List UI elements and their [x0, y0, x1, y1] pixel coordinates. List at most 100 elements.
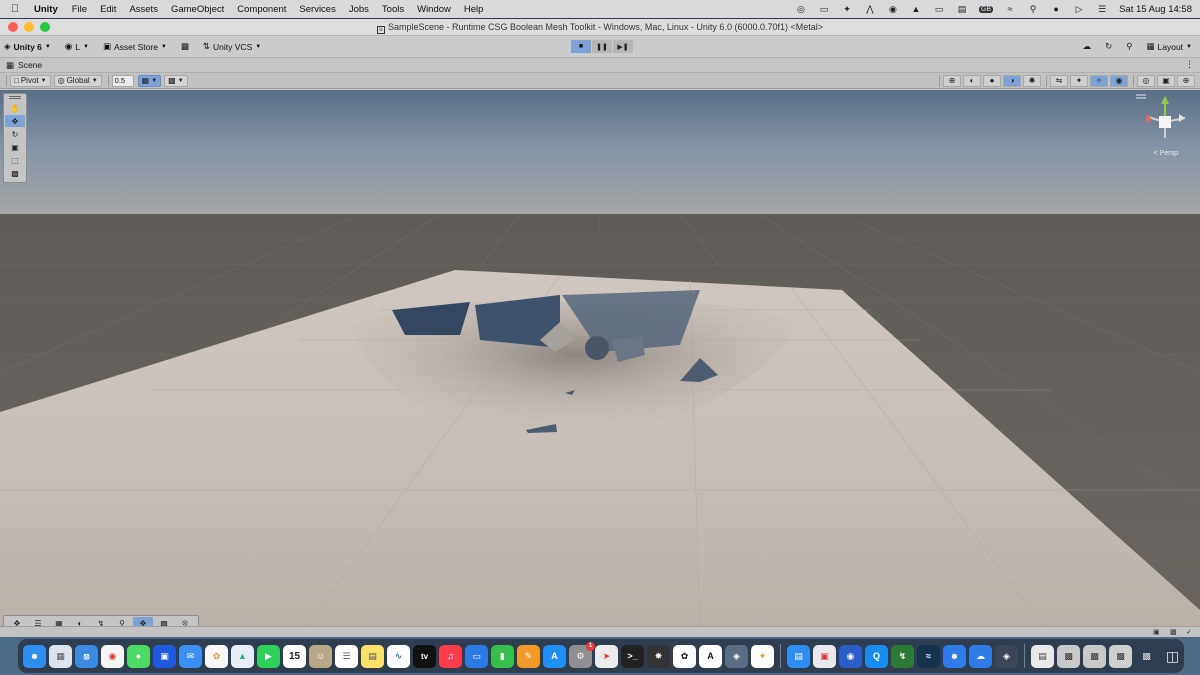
menu-help[interactable]: Help: [464, 4, 484, 15]
unity-vcs-button[interactable]: ⇅ Unity VCS ▼: [203, 41, 261, 52]
dock-keynote[interactable]: ▭: [465, 644, 488, 668]
camera-settings-button[interactable]: ▣: [1157, 74, 1175, 87]
messages-icon[interactable]: ▤: [956, 4, 968, 14]
menu-window[interactable]: Window: [417, 4, 451, 15]
dock-music[interactable]: ♫: [439, 644, 462, 668]
grid-snap-toggle[interactable]: ▦ ▼: [137, 74, 162, 87]
hidden-objects-button[interactable]: ◎: [1137, 74, 1155, 87]
persp-label[interactable]: < Persp: [1154, 150, 1178, 157]
dock-news[interactable]: ➤: [595, 644, 618, 668]
menu-clock[interactable]: Sat 15 Aug 14:58: [1119, 4, 1192, 15]
history-icon[interactable]: ↻: [1105, 41, 1112, 52]
dock-photos[interactable]: ✿: [205, 644, 228, 668]
dock-reminders[interactable]: ☰: [335, 644, 358, 668]
dock-quicktime[interactable]: Q: [865, 644, 888, 668]
scene-fx-button[interactable]: ✧: [1090, 74, 1108, 87]
dock-notes[interactable]: ▤: [361, 644, 384, 668]
dock-contacts[interactable]: ☺: [309, 644, 332, 668]
close-window-button[interactable]: [8, 22, 18, 32]
dock-calendar[interactable]: 15: [283, 644, 306, 668]
status-check-icon[interactable]: ✓: [1186, 628, 1192, 636]
debug-draw-mode-button[interactable]: ✺: [1023, 74, 1041, 87]
dock-recent-window-2[interactable]: ▩: [1083, 644, 1106, 668]
menu-jobs[interactable]: Jobs: [349, 4, 369, 15]
menu-tools[interactable]: Tools: [382, 4, 404, 15]
unity-account-button[interactable]: ◈ Unity 6 ▼: [4, 41, 51, 52]
menu-app-name[interactable]: Unity: [34, 4, 58, 15]
dock-maps[interactable]: ▲: [231, 644, 254, 668]
dock-messages[interactable]: ●: [127, 644, 150, 668]
window-titlebar[interactable]: u SampleScene - Runtime CSG Boolean Mesh …: [0, 19, 1200, 36]
dock-chat-app[interactable]: ▣: [153, 644, 176, 668]
dock-files[interactable]: ▤: [787, 644, 810, 668]
rect-tool-button[interactable]: ⬚: [5, 154, 25, 166]
move-tool-button[interactable]: ✥: [5, 115, 25, 127]
dock-copilot[interactable]: ✦: [751, 644, 774, 668]
package-button[interactable]: ▩: [181, 41, 189, 52]
rotate-tool-button[interactable]: ↻: [5, 128, 25, 140]
menu-edit[interactable]: Edit: [100, 4, 116, 15]
menu-services[interactable]: Services: [299, 4, 335, 15]
menu-component[interactable]: Component: [237, 4, 286, 15]
sparkle-icon[interactable]: ✦: [841, 4, 853, 14]
layout-dropdown[interactable]: ▦ Layout ▼: [1146, 41, 1192, 52]
asset-store-button[interactable]: ▣ Asset Store ▼: [103, 41, 167, 52]
dock-chrome[interactable]: ◉: [101, 644, 124, 668]
minimize-window-button[interactable]: [24, 22, 34, 32]
kebab-menu-icon[interactable]: ⋮: [1185, 59, 1194, 70]
dock-launchpad[interactable]: ▦: [49, 644, 72, 668]
record-icon[interactable]: ◉: [887, 4, 899, 14]
shading-solid-button[interactable]: ●: [983, 74, 1001, 87]
2d-toggle-button[interactable]: ⇋: [1050, 74, 1068, 87]
dock-trash[interactable]: ◫: [1161, 645, 1184, 668]
overlay-grip[interactable]: [9, 96, 21, 99]
zoom-window-button[interactable]: [40, 22, 50, 32]
apple-menu-icon[interactable]: : [8, 3, 22, 15]
search-icon[interactable]: ⚲: [1027, 4, 1039, 14]
step-button[interactable]: ▶❚: [613, 40, 633, 53]
dock-pdf[interactable]: ▣: [813, 644, 836, 668]
shading-wireframe-button[interactable]: ◐: [963, 74, 981, 87]
dock-terminal[interactable]: >_: [621, 644, 644, 668]
menu-gameobject[interactable]: GameObject: [171, 4, 224, 15]
dock-wave[interactable]: ≈: [917, 644, 940, 668]
keyboard-layout-badge[interactable]: GB: [978, 5, 994, 13]
dock-app-store[interactable]: A: [543, 644, 566, 668]
transform-tool-button[interactable]: ▩: [5, 167, 25, 179]
shading-shaded-button[interactable]: ◑: [1003, 74, 1021, 87]
dock-disk-utility[interactable]: ◉: [839, 644, 862, 668]
stop-button[interactable]: ■: [571, 40, 591, 53]
radar-icon[interactable]: ◎: [795, 4, 807, 14]
increment-snap-button[interactable]: ▩ ▼: [164, 74, 188, 87]
dock-cloud[interactable]: ☁: [969, 644, 992, 668]
dock-numbers[interactable]: ▮: [491, 644, 514, 668]
dock-recent-window-3[interactable]: ▩: [1109, 644, 1132, 668]
dock-facetime[interactable]: ▶: [257, 644, 280, 668]
control-center-icon[interactable]: ☰: [1096, 4, 1108, 14]
lighting-toggle-button[interactable]: ✦: [1070, 74, 1088, 87]
scene-tab[interactable]: ▦ Scene ⋮: [0, 58, 1200, 73]
scale-tool-button[interactable]: ▣: [5, 141, 25, 153]
dock-mail[interactable]: ✉: [179, 644, 202, 668]
dock-recent-window-1[interactable]: ▩: [1057, 644, 1080, 668]
snap-increment-field[interactable]: 0.5: [111, 74, 134, 87]
screen-icon[interactable]: ▭: [933, 4, 945, 14]
dock-discord[interactable]: ☻: [943, 644, 966, 668]
dock-sheets[interactable]: ↯: [891, 644, 914, 668]
pause-button[interactable]: ❚❚: [592, 40, 612, 53]
airdrop-icon[interactable]: ⋀: [864, 4, 876, 14]
dock-system-settings[interactable]: ⚙ 1: [569, 641, 595, 668]
cast-icon[interactable]: ▭: [818, 4, 830, 14]
signal-icon[interactable]: ▲: [910, 4, 922, 14]
status-progress-icon[interactable]: ▩: [1170, 628, 1177, 636]
dock-safari[interactable]: ⦻: [75, 644, 98, 668]
dock-recent-window-4[interactable]: ▩: [1135, 645, 1158, 668]
dock-arc[interactable]: A: [699, 644, 722, 668]
wifi-icon[interactable]: ≈: [1004, 4, 1016, 14]
global-dropdown[interactable]: ◎ Global ▼: [53, 74, 102, 87]
scene-visibility-button[interactable]: ◉: [1110, 74, 1128, 87]
dock-pages[interactable]: ✎: [517, 644, 540, 668]
account-icon[interactable]: ●: [1050, 4, 1062, 14]
play-circle-icon[interactable]: ▷: [1073, 4, 1085, 14]
dock-chatgpt[interactable]: ✿: [673, 644, 696, 668]
